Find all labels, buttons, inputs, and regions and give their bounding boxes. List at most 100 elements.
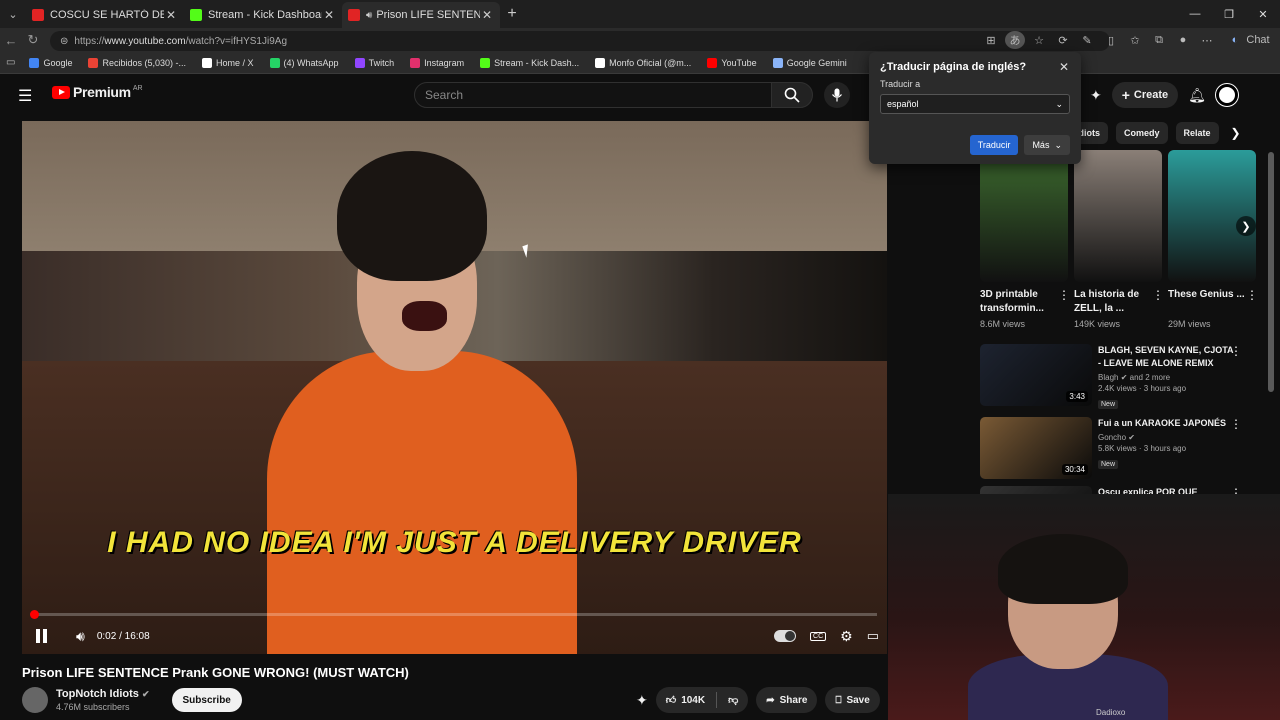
search-input[interactable]: Search bbox=[414, 82, 772, 108]
plus-icon: + bbox=[1121, 87, 1130, 103]
recommendation-title[interactable]: Fui a un KARAOKE JAPONÉS bbox=[1098, 417, 1238, 430]
search-icon bbox=[784, 87, 800, 103]
minimize-icon[interactable]: — bbox=[1178, 0, 1212, 28]
channel-name[interactable]: TopNotch Idiots bbox=[56, 688, 139, 700]
like-button[interactable]: 👍︎ 104K bbox=[666, 694, 705, 707]
account-avatar[interactable] bbox=[1215, 84, 1238, 106]
back-icon[interactable]: ← bbox=[0, 33, 22, 48]
bookmark-item[interactable]: Home / X bbox=[202, 57, 254, 68]
new-tab-icon[interactable]: + bbox=[500, 5, 524, 23]
bookmark-label: YouTube bbox=[721, 57, 757, 68]
chip-related[interactable]: Relate bbox=[1175, 122, 1219, 144]
language-select[interactable]: español ⌄ bbox=[880, 94, 1070, 114]
chevron-right-icon[interactable]: ❯ bbox=[1231, 126, 1241, 140]
short-card[interactable]: La historia de ZELL, la ... ⋮ 149K views bbox=[1074, 150, 1164, 329]
youtube-logo[interactable]: Premium AR bbox=[52, 84, 143, 100]
settings-gear-icon[interactable]: ⚙ bbox=[840, 628, 853, 645]
bookmarks-bar: ▭ Google Recibidos (5,030) -... Home / X (4… bbox=[0, 52, 1280, 74]
recommendation-item[interactable]: 3:43 BLAGH, SEVEN KAYNE, CJOTA - LEAVE ME… bbox=[980, 344, 1242, 411]
pause-icon[interactable] bbox=[36, 629, 52, 643]
short-thumbnail[interactable] bbox=[1074, 150, 1162, 282]
bookmark-item[interactable]: Instagram bbox=[410, 57, 464, 68]
restore-icon[interactable]: ❐ bbox=[1212, 0, 1246, 28]
more-options-icon[interactable]: ⋮ bbox=[1058, 288, 1070, 302]
tab-actions-menu-icon[interactable]: ⌄ bbox=[0, 0, 26, 28]
bookmark-item[interactable]: Google bbox=[29, 57, 72, 68]
translate-icon[interactable]: あ bbox=[1005, 31, 1025, 49]
more-options-icon[interactable]: ⋮ bbox=[1230, 417, 1242, 431]
bookmark-item[interactable]: Recibidos (5,030) -... bbox=[88, 57, 186, 68]
bookmark-item[interactable]: Google Gemini bbox=[772, 57, 847, 68]
channel-extra: and 2 more bbox=[1129, 373, 1171, 382]
close-icon[interactable]: ✕ bbox=[1059, 60, 1069, 74]
video-thumbnail[interactable]: 3:43 bbox=[980, 344, 1092, 406]
translate-to-label: Traducir a bbox=[880, 79, 921, 89]
close-tab-icon[interactable]: ✕ bbox=[322, 8, 336, 22]
menu-icon[interactable]: ☰ bbox=[18, 86, 32, 106]
reload-icon[interactable]: ↻ bbox=[22, 32, 44, 48]
short-thumbnail[interactable] bbox=[980, 150, 1068, 282]
save-button[interactable]: ⎕ Save bbox=[825, 687, 880, 713]
captions-icon[interactable]: CC bbox=[810, 631, 827, 641]
short-title[interactable]: These Genius ... bbox=[1168, 288, 1256, 316]
bookmark-item[interactable]: (4) WhatsApp bbox=[269, 57, 339, 68]
recommendation-item[interactable]: 30:34 Fui a un KARAOKE JAPONÉS ⋮ Goncho ✔ 5… bbox=[980, 417, 1242, 479]
recommendation-channel[interactable]: Blagh bbox=[1098, 373, 1118, 382]
tab-prison-prank[interactable]: 🔊︎ Prison LIFE SENTENCE Prank G ✕ bbox=[342, 2, 500, 28]
favorite-star-icon[interactable]: ☆ bbox=[1029, 31, 1049, 49]
voice-search-button[interactable] bbox=[824, 82, 850, 108]
chip-comedy[interactable]: Comedy bbox=[1116, 122, 1168, 144]
translate-button[interactable]: Traducir bbox=[969, 135, 1019, 155]
site-info-icon[interactable]: ⊜ bbox=[60, 36, 68, 47]
gemini-star-icon[interactable]: ✦ bbox=[1090, 87, 1102, 104]
shorts-next-icon[interactable]: ❯ bbox=[1236, 216, 1256, 236]
more-options-icon[interactable]: ⋮ bbox=[1246, 288, 1258, 302]
profile-icon[interactable]: ● bbox=[1173, 31, 1193, 49]
short-card[interactable]: These Genius ... ⋮ 29M views bbox=[1168, 150, 1258, 329]
more-menu-icon[interactable]: ⋯ bbox=[1197, 31, 1217, 49]
more-options-icon[interactable]: ⋮ bbox=[1152, 288, 1164, 302]
tab-kick-dashboard[interactable]: Stream - Kick Dashboard ✕ bbox=[184, 2, 342, 28]
share-button[interactable]: ➦ Share bbox=[756, 687, 818, 713]
split-screen-icon[interactable]: ▯ bbox=[1101, 31, 1121, 49]
extensions-icon[interactable]: ✎ bbox=[1077, 31, 1097, 49]
short-title[interactable]: La historia de ZELL, la ... bbox=[1074, 288, 1162, 316]
more-button[interactable]: Más ⌄ bbox=[1024, 135, 1070, 155]
close-tab-icon[interactable]: ✕ bbox=[480, 8, 494, 22]
copilot-chat-button[interactable]: ◐ Chat bbox=[1221, 31, 1272, 49]
channel-avatar[interactable] bbox=[22, 687, 48, 713]
create-button[interactable]: + Create bbox=[1111, 82, 1179, 108]
apps-icon[interactable]: ⊞ bbox=[981, 31, 1001, 49]
gemini-ask-icon[interactable]: ✦ bbox=[636, 692, 648, 709]
more-options-icon[interactable]: ⋮ bbox=[1230, 344, 1242, 358]
video-player[interactable]: I HAD NO IDEA I'M JUST A DELIVERY DRIVER… bbox=[22, 121, 887, 654]
progress-scrubber[interactable] bbox=[30, 610, 39, 619]
short-title[interactable]: 3D printable transformin... bbox=[980, 288, 1068, 316]
subscribe-button[interactable]: Subscribe bbox=[171, 688, 242, 712]
video-thumbnail[interactable]: 30:34 bbox=[980, 417, 1092, 479]
short-card[interactable]: 3D printable transformin... ⋮ 8.6M views bbox=[980, 150, 1070, 329]
autoplay-toggle[interactable] bbox=[774, 630, 797, 642]
page-scrollbar[interactable] bbox=[1268, 152, 1274, 392]
close-tab-icon[interactable]: ✕ bbox=[164, 8, 178, 22]
speaker-icon[interactable]: 🔊︎ bbox=[366, 10, 372, 21]
bookmark-item[interactable]: Twitch bbox=[354, 57, 394, 68]
url-field[interactable]: ⊜ https://www.youtube.com/watch?v=ifHYS1… bbox=[50, 31, 1110, 51]
volume-icon[interactable]: 🔊︎ bbox=[76, 628, 85, 645]
recommendation-channel[interactable]: Goncho bbox=[1098, 433, 1126, 442]
video-progress-bar[interactable] bbox=[30, 610, 877, 619]
theater-mode-icon[interactable]: ▭ bbox=[867, 628, 879, 644]
tab-coscu[interactable]: COSCU SE HARTÓ DE BAULO Y LE ✕ bbox=[26, 2, 184, 28]
bookmark-item[interactable]: Monfo Oficial (@m... bbox=[595, 57, 691, 68]
notifications-bell-icon[interactable]: 🔔︎ bbox=[1188, 87, 1206, 104]
search-button[interactable] bbox=[771, 82, 813, 108]
thumbs-down-icon[interactable]: 👎︎ bbox=[728, 694, 738, 706]
bookmark-item[interactable]: YouTube bbox=[707, 57, 757, 68]
collections-icon[interactable]: ⧉ bbox=[1149, 31, 1169, 49]
sidebar-toggle-icon[interactable]: ▭ bbox=[6, 57, 15, 68]
recommendation-title[interactable]: BLAGH, SEVEN KAYNE, CJOTA - LEAVE ME ALO… bbox=[1098, 344, 1238, 370]
bookmark-item[interactable]: Stream - Kick Dash... bbox=[480, 57, 579, 68]
close-window-icon[interactable]: ✕ bbox=[1246, 0, 1280, 28]
favorites-icon[interactable]: ✩ bbox=[1125, 31, 1145, 49]
refresh-extension-icon[interactable]: ⟳ bbox=[1053, 31, 1073, 49]
